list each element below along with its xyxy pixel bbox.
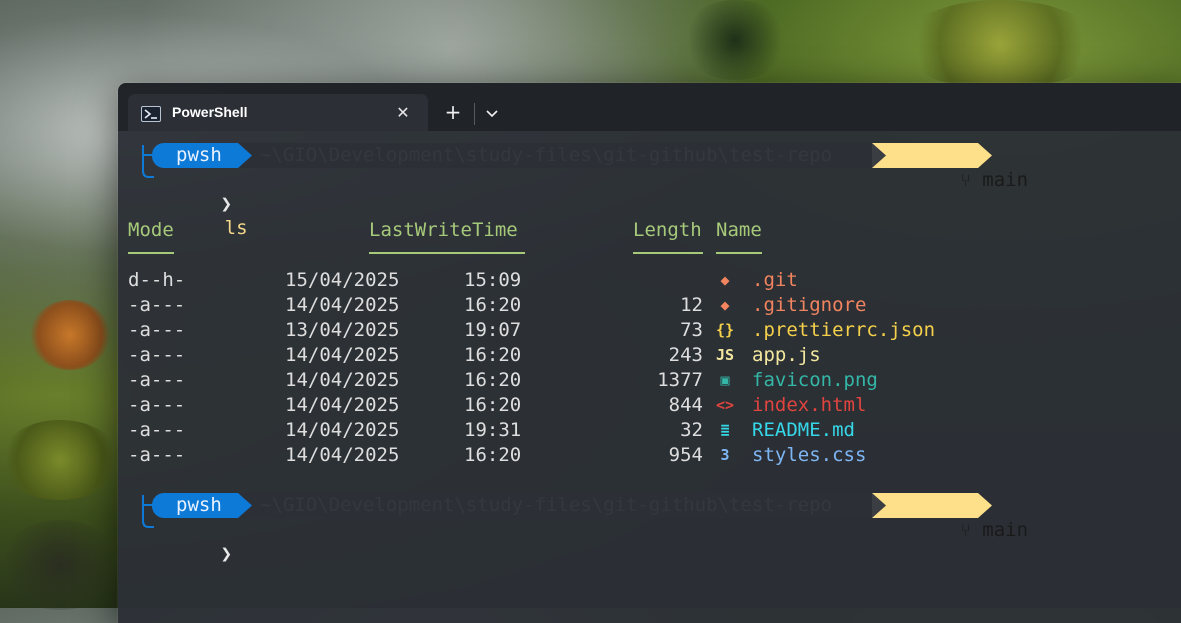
header-lastwritetime: LastWriteTime: [369, 219, 518, 241]
file-name: index.html: [752, 394, 867, 416]
file-mode: -a---: [128, 294, 186, 316]
git-icon: ◆: [720, 296, 730, 314]
file-time: 16:20: [464, 344, 522, 366]
header-underline: [369, 252, 525, 254]
file-time: 16:20: [464, 444, 522, 466]
file-name: .prettierrc.json: [752, 319, 936, 341]
file-date: 13/04/2025: [285, 319, 400, 341]
command-text: ls: [224, 217, 248, 239]
file-mode: -a---: [128, 344, 186, 366]
file-name: .gitignore: [752, 294, 867, 316]
file-time: 16:20: [464, 294, 522, 316]
git-branch-icon: ⑂: [960, 171, 971, 191]
path-segment: ~\GIO\Development\study-files\git-github…: [238, 143, 872, 168]
tab-separator: [474, 103, 475, 125]
file-date: 14/04/2025: [285, 444, 400, 466]
segment-arrow-icon: [978, 143, 992, 168]
path-segment: ~\GIO\Development\study-files\git-github…: [238, 493, 872, 518]
file-mode: -a---: [128, 319, 186, 341]
json-icon: {}: [715, 321, 735, 339]
image-icon: ▣: [720, 371, 730, 389]
file-mode: -a---: [128, 369, 186, 391]
file-name: README.md: [752, 419, 855, 441]
file-length: 844: [668, 394, 703, 416]
shell-segment: pwsh: [152, 143, 238, 168]
file-name: styles.css: [752, 444, 867, 466]
file-length: 32: [680, 419, 703, 441]
powershell-icon: [141, 106, 161, 122]
header-underline: [128, 252, 174, 254]
file-mode: d--h-: [128, 269, 186, 291]
terminal-content[interactable]: pwsh ~\GIO\Development\study-files\git-g…: [118, 131, 1181, 623]
git-segment: ⑂ main: [886, 143, 1028, 191]
file-length: 73: [680, 319, 703, 341]
file-length: 954: [668, 444, 703, 466]
file-date: 15/04/2025: [285, 269, 400, 291]
file-time: 16:20: [464, 394, 522, 416]
git-branch-icon: ⑂: [960, 521, 971, 541]
tab-bar: PowerShell ✕ +: [118, 83, 1181, 131]
javascript-icon: JS: [715, 346, 735, 364]
file-length: [633, 268, 703, 293]
command-line[interactable]: ❯: [152, 518, 232, 565]
markdown-icon: ≣: [720, 421, 730, 439]
file-date: 14/04/2025: [285, 419, 400, 441]
tab-title: PowerShell: [172, 104, 248, 120]
new-tab-button[interactable]: +: [440, 101, 466, 127]
file-mode: -a---: [128, 444, 186, 466]
prompt-symbol: ❯: [220, 193, 233, 215]
close-tab-icon[interactable]: ✕: [392, 102, 414, 124]
tab-powershell[interactable]: PowerShell ✕: [128, 94, 428, 131]
file-name: .git: [752, 269, 798, 291]
file-date: 14/04/2025: [285, 294, 400, 316]
header-underline: [633, 252, 703, 254]
file-date: 14/04/2025: [285, 394, 400, 416]
segment-arrow-icon: [238, 143, 252, 168]
segment-arrow-icon: [872, 493, 886, 518]
shell-segment: pwsh: [152, 493, 238, 518]
html-icon: <>: [715, 396, 735, 414]
branch-name: main: [982, 169, 1029, 191]
command-line: ❯ ls: [152, 168, 248, 239]
file-mode: -a---: [128, 419, 186, 441]
file-name: favicon.png: [752, 369, 878, 391]
file-time: 19:07: [464, 319, 522, 341]
file-name: app.js: [752, 344, 821, 366]
header-length: Length: [633, 219, 702, 241]
file-time: 16:20: [464, 369, 522, 391]
git-folder-icon: ◆: [720, 271, 730, 289]
segment-arrow-icon: [872, 143, 886, 168]
terminal-window: PowerShell ✕ + pwsh ~\GIO\Development\st…: [118, 83, 1181, 623]
file-time: 15:09: [464, 269, 522, 291]
file-time: 19:31: [464, 419, 522, 441]
git-segment: ⑂ main: [886, 493, 1028, 541]
header-name: Name: [716, 219, 762, 241]
segment-arrow-icon: [978, 493, 992, 518]
segment-arrow-icon: [238, 493, 252, 518]
file-length: 243: [668, 344, 703, 366]
file-length: 12: [680, 294, 703, 316]
file-mode: -a---: [128, 394, 186, 416]
prompt-symbol: ❯: [220, 543, 233, 565]
file-date: 14/04/2025: [285, 344, 400, 366]
file-date: 14/04/2025: [285, 369, 400, 391]
chevron-down-icon[interactable]: [480, 101, 504, 127]
header-mode: Mode: [128, 219, 174, 241]
header-underline: [716, 252, 762, 254]
css-icon: 3: [720, 446, 730, 464]
branch-name: main: [982, 519, 1029, 541]
file-length: 1377: [657, 369, 703, 391]
